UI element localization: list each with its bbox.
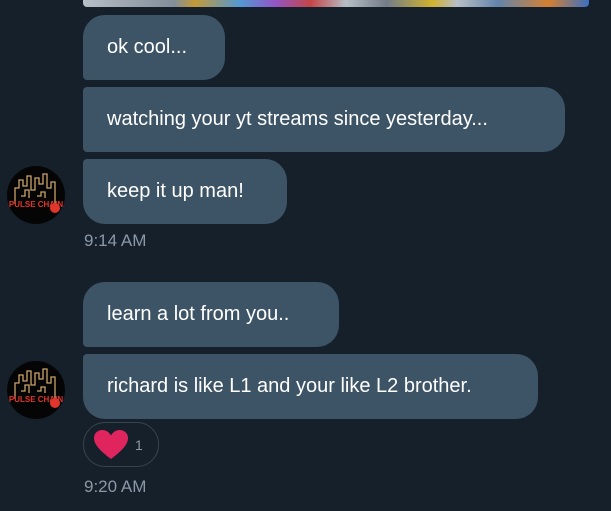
dm-conversation: ok cool... watching your yt streams sinc… (0, 0, 611, 511)
avatar[interactable]: PULSE CHAIN (7, 361, 65, 419)
reaction-count: 1 (135, 437, 143, 453)
message-text: ok cool... (107, 36, 188, 58)
message-bubble[interactable]: learn a lot from you.. (83, 282, 339, 347)
reaction-pill[interactable]: 1 (83, 422, 159, 467)
heart-icon (94, 430, 128, 459)
previous-message-preview (83, 0, 589, 7)
message-text: watching your yt streams since yesterday… (107, 108, 488, 130)
message-bubble[interactable]: keep it up man! (83, 159, 287, 224)
message-bubble[interactable]: richard is like L1 and your like L2 brot… (83, 354, 538, 419)
message-text: learn a lot from you.. (107, 303, 290, 325)
avatar[interactable]: PULSE CHAIN (7, 166, 65, 224)
timestamp: 9:20 AM (84, 477, 147, 496)
message-text: richard is like L1 and your like L2 brot… (107, 375, 472, 397)
message-bubble[interactable]: watching your yt streams since yesterday… (83, 87, 565, 152)
message-bubble[interactable]: ok cool... (83, 15, 225, 80)
timestamp: 9:14 AM (84, 231, 147, 250)
message-text: keep it up man! (107, 180, 244, 202)
